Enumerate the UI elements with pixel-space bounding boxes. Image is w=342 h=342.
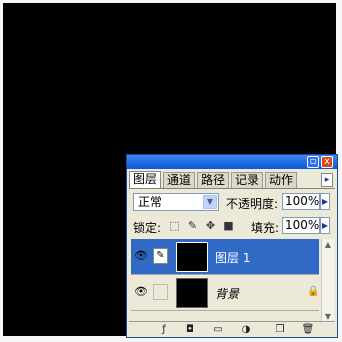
close-button[interactable]: x (321, 156, 333, 168)
tab-actions[interactable]: 动作 (265, 172, 298, 188)
panel-tabs: 图层 通道 路径 记录 动作 (129, 171, 335, 189)
layer-thumbnail (176, 242, 208, 272)
panel-menu-button[interactable]: ▸ (321, 173, 333, 187)
new-layer-icon[interactable]: ❐ (273, 324, 287, 336)
panel-bottom-toolbar: ƒ ◘ ▭ ◑ ❐ 🗑 (129, 321, 335, 338)
minimize-button[interactable]: ▫ (307, 156, 319, 168)
opacity-label: 不透明度: (226, 197, 279, 211)
lock-position-icon[interactable]: ✥ (205, 220, 216, 231)
blend-mode-value: 正常 (138, 195, 163, 209)
tab-channels[interactable]: 通道 (163, 172, 196, 188)
folder-icon[interactable]: ▭ (211, 324, 225, 336)
fill-slider-button[interactable]: ▶ (320, 217, 330, 234)
eye-icon[interactable]: 👁 (134, 285, 148, 299)
mask-icon[interactable]: ◘ (183, 324, 197, 336)
lock-icon: 🔒 (307, 286, 320, 297)
link-slot[interactable] (153, 284, 168, 300)
tab-paths[interactable]: 路径 (197, 172, 230, 188)
layers-list: 👁 ✎ 图层 1 👁 背景 🔒 (131, 239, 319, 323)
chevron-down-icon[interactable]: ▼ (203, 195, 217, 209)
lock-label: 锁定: (133, 221, 162, 235)
layer-row[interactable]: 👁 ✎ 图层 1 (131, 239, 319, 275)
opacity-slider-button[interactable]: ▶ (320, 193, 330, 210)
eye-icon[interactable]: 👁 (134, 249, 148, 263)
layer-name: 背景 (215, 287, 240, 301)
layers-panel: ▫ x 图层 通道 路径 记录 动作 ▸ 正常 ▼ 不透明度: 100% ▶ 锁… (126, 154, 338, 338)
layer-row[interactable]: 👁 背景 🔒 (131, 275, 319, 311)
chevron-up-icon[interactable]: ▲ (322, 239, 334, 251)
lock-all-icon[interactable]: ■ (223, 220, 234, 231)
panel-titlebar[interactable]: ▫ x (127, 155, 337, 169)
fill-label: 填充: (251, 221, 280, 235)
layer-name: 图层 1 (215, 251, 251, 265)
opacity-input[interactable]: 100% (282, 193, 320, 210)
layer-style-icon[interactable]: ƒ (157, 324, 171, 336)
blend-mode-select[interactable]: 正常 ▼ (133, 193, 219, 211)
lock-transparency-icon[interactable]: ⬚ (169, 220, 180, 231)
tab-layers[interactable]: 图层 (129, 171, 162, 188)
layer-thumbnail (176, 278, 208, 308)
layers-scrollbar[interactable]: ▲ ▼ (321, 239, 334, 323)
tab-history[interactable]: 记录 (231, 172, 264, 188)
brush-icon[interactable]: ✎ (153, 248, 168, 264)
trash-icon[interactable]: 🗑 (301, 324, 315, 336)
fill-input[interactable]: 100% (282, 217, 320, 234)
chevron-right-icon: ▸ (324, 175, 330, 185)
lock-pixels-icon[interactable]: ✎ (187, 220, 198, 231)
adjustment-icon[interactable]: ◑ (239, 324, 253, 336)
